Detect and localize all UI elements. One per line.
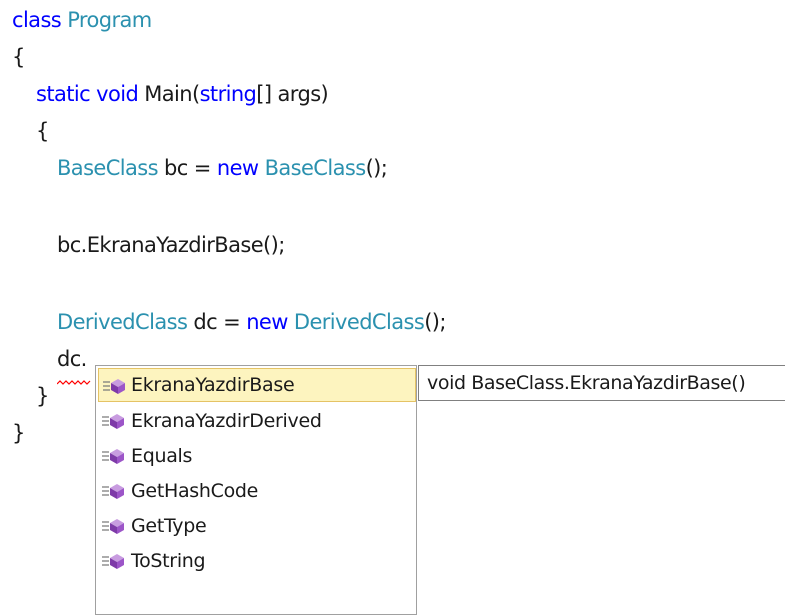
ctor-rest: (); [424,310,446,334]
completion-item-label: GetType [131,515,207,537]
type-derivedclass: DerivedClass [57,310,188,334]
method-icon [102,484,124,499]
method-icon [102,519,124,534]
completion-item-ekranayazdirbase[interactable]: EkranaYazdirBase [98,368,416,402]
brace: { [36,119,49,143]
completion-item-label: EkranaYazdirBase [131,374,295,396]
completion-item-label: EkranaYazdirDerived [131,410,322,432]
completion-item-tostring[interactable]: ToString [98,544,414,578]
keyword-new: new [246,310,288,334]
bc-call-text: bc.EkranaYazdirBase(); [57,233,285,257]
code-line-class-decl[interactable]: class Program [12,0,152,40]
completion-item-gettype[interactable]: GetType [98,509,414,543]
completion-item-gethashcode[interactable]: GetHashCode [98,474,414,508]
method-name: Main( [144,82,200,106]
code-line-derivedclass-decl[interactable]: DerivedClass dc = new DerivedClass(); [57,302,446,342]
keyword-static: static [36,82,91,106]
class-name: Program [67,8,152,32]
type-baseclass: BaseClass [57,156,159,180]
method-icon [103,379,125,394]
method-icon [102,414,124,429]
method-icon [102,554,124,569]
keyword-new: new [216,156,259,180]
completion-item-label: ToString [131,550,206,572]
method-icon [102,449,124,464]
code-line-open-brace[interactable]: { [12,37,25,77]
code-line-method-open-brace[interactable]: { [36,111,49,151]
tooltip-signature: void BaseClass.EkranaYazdirBase() [427,372,746,394]
dc-text: dc. [57,347,87,371]
param-rest: [] args) [256,82,329,106]
code-line-main-decl[interactable]: static void Main(string[] args) [36,74,329,114]
brace: { [12,45,25,69]
code-line-bc-call[interactable]: bc.EkranaYazdirBase(); [57,225,285,265]
brace: } [12,421,25,445]
completion-item-label: Equals [131,445,193,467]
ctor-baseclass: BaseClass [258,156,367,180]
code-line-class-close-brace[interactable]: } [12,413,25,453]
keyword-string: string [199,82,257,106]
code-line-dc-member-access[interactable]: dc. [57,339,87,379]
error-squiggle [57,380,91,385]
var-bc: bc = [157,156,217,180]
completion-item-label: GetHashCode [131,480,259,502]
completion-item-equals[interactable]: Equals [98,439,414,473]
keyword-class: class [12,8,62,32]
ctor-rest: (); [365,156,388,180]
quick-info-tooltip: void BaseClass.EkranaYazdirBase() [418,365,785,401]
completion-item-ekranayazdirderived[interactable]: EkranaYazdirDerived [98,404,414,438]
var-dc: dc = [187,310,247,334]
brace: } [36,384,49,408]
code-line-baseclass-decl[interactable]: BaseClass bc = new BaseClass(); [57,148,388,188]
keyword-void: void [96,82,139,106]
intellisense-completion-list[interactable]: EkranaYazdirBase EkranaYazdirDerived Equ… [95,365,417,615]
ctor-derivedclass: DerivedClass [287,310,425,334]
code-line-method-close-brace[interactable]: } [36,376,49,416]
